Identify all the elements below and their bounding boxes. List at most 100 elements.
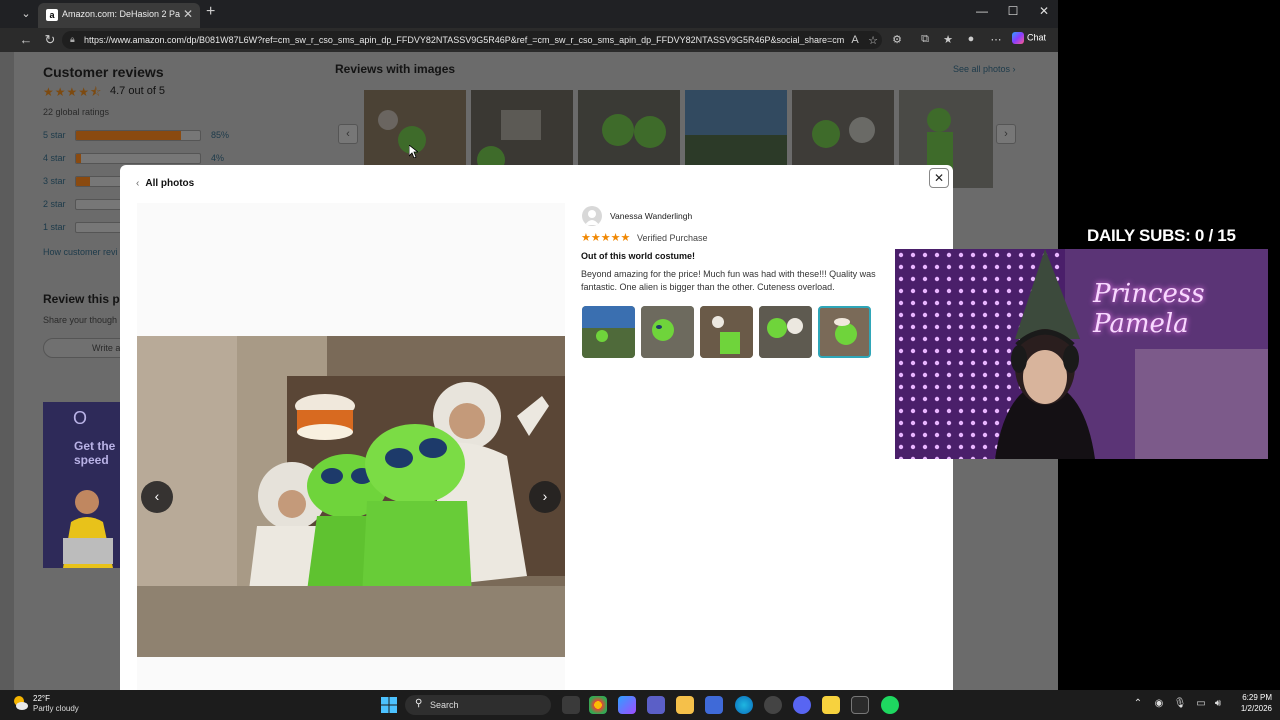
tab-amazon[interactable]: a Amazon.com: DeHasion 2 Packs In ✕ (38, 3, 200, 28)
refresh-icon[interactable]: ↻ (42, 32, 58, 48)
maximize-icon[interactable]: ☐ (1003, 4, 1023, 18)
rating-bar (75, 130, 201, 141)
display-icon[interactable]: ▭ (1194, 698, 1208, 709)
review-photo-thumb[interactable] (641, 306, 694, 358)
tab-bar: ⌄ a Amazon.com: DeHasion 2 Packs In ✕ + … (0, 0, 1058, 28)
microphone-icon[interactable]: 🎙︎ (1173, 698, 1187, 709)
more-menu-icon[interactable]: ⋯ (989, 33, 1003, 46)
rating-row[interactable]: 4 star 4% (43, 151, 243, 165)
all-photos-back-link[interactable]: ‹ All photos (136, 178, 194, 189)
obs-icon[interactable] (764, 696, 782, 714)
chrome-icon[interactable] (589, 696, 607, 714)
webcam-feed: Princess Pamela (895, 249, 1268, 459)
favorites-icon[interactable]: ★ (941, 33, 955, 46)
discord-icon[interactable] (793, 696, 811, 714)
show-hidden-icons-icon[interactable]: ⌃ (1131, 698, 1145, 709)
rating-row[interactable]: 5 star 85% (43, 128, 243, 142)
spotify-icon[interactable] (881, 696, 899, 714)
rating-row-label: 5 star (43, 130, 66, 140)
rating-bar-fill (76, 154, 81, 163)
window-close-icon[interactable]: ✕ (1034, 4, 1054, 18)
store-icon[interactable] (705, 696, 723, 714)
all-photos-label: All photos (145, 178, 195, 189)
daily-subs-counter: DAILY SUBS: 0 / 15 (1087, 226, 1236, 245)
edge-icon[interactable] (735, 696, 753, 714)
neon-sign-text: Princess Pamela (1093, 279, 1205, 339)
carousel-prev-icon[interactable]: ‹ (338, 124, 358, 144)
minimize-icon[interactable]: — (972, 4, 992, 18)
see-all-photos-link[interactable]: See all photos › (953, 64, 1016, 74)
weather-desc[interactable]: Partly cloudy (33, 704, 79, 713)
tab-title: Amazon.com: DeHasion 2 Packs In (62, 9, 180, 19)
review-photo-thumb[interactable] (700, 306, 753, 358)
copilot-chat-button[interactable]: Chat (1012, 32, 1054, 48)
overall-stars-icon: ★★★★⯪ (43, 85, 103, 99)
rating-row-label: 4 star (43, 153, 66, 163)
rating-bar-fill (76, 131, 182, 140)
close-icon: ✕ (933, 171, 945, 185)
chevron-right-icon: › (542, 488, 548, 504)
site-info-icon[interactable]: 🔒︎ (70, 34, 75, 45)
review-photo-modal: ‹ All photos ✕ ‹ › Vanessa Wanderlingh ★… (120, 165, 953, 690)
customer-reviews-title: Customer reviews (43, 64, 164, 80)
review-body: Beyond amazing for the price! Much fun w… (581, 269, 876, 292)
search-icon: ⚲ (415, 698, 423, 709)
aliens-astronauts-photo (137, 336, 565, 657)
photo-prev-button[interactable]: ‹ (141, 481, 173, 513)
taskbar-search[interactable]: ⚲ Search (405, 695, 551, 715)
address-bar-row: ← ↻ 🔒︎ https://www.amazon.com/dp/B081W87… (0, 28, 1058, 52)
address-bar[interactable]: 🔒︎ https://www.amazon.com/dp/B081W87L6W?… (62, 31, 882, 49)
screen: ⌄ a Amazon.com: DeHasion 2 Packs In ✕ + … (0, 0, 1280, 720)
modal-close-button[interactable]: ✕ (929, 168, 949, 188)
task-view-icon[interactable] (562, 696, 580, 714)
tab-actions-icon[interactable]: ⌄ (18, 6, 34, 22)
clock-date[interactable]: 1/2/2026 (1222, 704, 1272, 713)
reviewer-avatar-icon (582, 206, 602, 226)
review-photo-thumb[interactable] (759, 306, 812, 358)
rating-row-label: 1 star (43, 222, 66, 232)
rating-bar-fill (76, 177, 90, 186)
profile-icon[interactable]: ● (964, 33, 978, 45)
clock-time[interactable]: 6:29 PM (1222, 693, 1272, 702)
sticky-notes-icon[interactable] (822, 696, 840, 714)
file-explorer-icon[interactable] (676, 696, 694, 714)
reviewer-name[interactable]: Vanessa Wanderlingh (610, 211, 692, 221)
copilot-app-icon[interactable] (618, 696, 636, 714)
review-photo-thumb-selected[interactable] (818, 306, 871, 358)
extensions-icon[interactable]: ⚙ (890, 33, 904, 46)
review-photo-thumb[interactable] (582, 306, 635, 358)
weather-temp[interactable]: 22°F (33, 694, 50, 703)
write-review-label: Write a (92, 343, 121, 353)
rating-text: 4.7 out of 5 (110, 85, 166, 97)
capcut-icon[interactable] (851, 696, 869, 714)
global-ratings: 22 global ratings (43, 107, 110, 117)
tray-app-icon[interactable]: ◉ (1152, 698, 1166, 709)
ad-logo-icon: O (73, 408, 88, 428)
reviews-with-images-title: Reviews with images (335, 62, 456, 76)
how-reviews-link[interactable]: How customer revi (43, 247, 118, 257)
favorite-star-icon[interactable]: ☆ (866, 34, 880, 47)
review-title: Out of this world costume! (581, 251, 695, 261)
url-text: https://www.amazon.com/dp/B081W87L6W?ref… (84, 35, 844, 45)
carousel-next-icon[interactable]: › (996, 124, 1016, 144)
teams-icon[interactable] (647, 696, 665, 714)
back-icon[interactable]: ← (18, 32, 34, 47)
chevron-left-icon: ‹ (136, 178, 140, 189)
windows-start-icon[interactable] (381, 697, 397, 713)
weather-partly-cloudy-icon[interactable] (12, 695, 28, 711)
share-thoughts: Share your though (43, 315, 118, 325)
taskbar: 22°F Partly cloudy ⚲ Search ⌃ ◉ 🎙︎ ▭ 🔊︎ … (0, 690, 1280, 720)
search-label: Search (430, 700, 459, 710)
read-aloud-icon[interactable]: A (848, 34, 862, 46)
photo-viewer: ‹ › (137, 203, 565, 690)
rating-row-percent: 85% (211, 130, 230, 140)
review-this-title: Review this p (43, 292, 120, 306)
mouse-cursor-icon (408, 144, 420, 163)
chat-label: Chat (1027, 32, 1047, 43)
new-tab-icon[interactable]: + (206, 3, 215, 21)
split-screen-icon[interactable]: ⧉ (918, 33, 932, 46)
copilot-icon (1012, 32, 1024, 44)
tab-close-icon[interactable]: ✕ (183, 7, 193, 21)
rating-row-percent: 4% (211, 153, 225, 163)
photo-next-button[interactable]: › (529, 481, 561, 513)
